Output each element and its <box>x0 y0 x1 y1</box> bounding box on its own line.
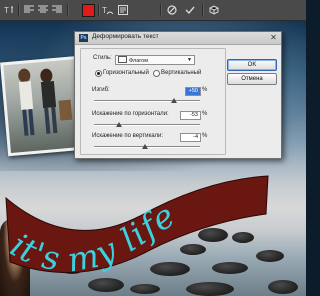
bend-slider-track[interactable] <box>94 100 200 102</box>
hdist-slider-track[interactable] <box>94 124 200 126</box>
hdist-input[interactable]: -53 <box>180 111 201 120</box>
warp-settings-group: Стиль: Флагом ▼ Горизонтальный Вертикаль… <box>80 48 226 155</box>
style-select[interactable]: Флагом ▼ <box>115 55 195 65</box>
warped-text-path: it's my life <box>4 195 181 280</box>
vdist-label: Искажение по вертикали: <box>92 133 164 139</box>
dialog-titlebar[interactable]: Ps Деформировать текст ✕ <box>75 32 281 45</box>
horizontal-radio[interactable] <box>95 70 102 77</box>
horizontal-label: Горизонтальный <box>103 70 149 76</box>
warp-text-dialog: Ps Деформировать текст ✕ Стиль: Флагом ▼… <box>74 31 282 159</box>
bend-label: Изгиб: <box>92 87 110 93</box>
bend-input[interactable]: +50 <box>185 87 201 96</box>
photoshop-icon: Ps <box>79 34 88 42</box>
style-value: Флагом <box>129 58 148 64</box>
hdist-label: Искажение по горизонтали: <box>92 111 169 117</box>
cancel-button[interactable]: Отмена <box>227 73 277 85</box>
bend-unit: % <box>202 87 208 93</box>
bend-slider-thumb[interactable] <box>170 98 177 103</box>
close-icon[interactable]: ✕ <box>269 33 278 42</box>
ok-button[interactable]: OK <box>227 59 277 71</box>
vdist-slider-thumb[interactable] <box>141 144 148 149</box>
vertical-radio[interactable] <box>153 70 160 77</box>
vdist-input[interactable]: -4 <box>180 133 201 142</box>
hdist-slider-thumb[interactable] <box>115 122 122 127</box>
chevron-down-icon: ▼ <box>187 57 192 63</box>
dialog-title: Деформировать текст <box>92 33 159 40</box>
vertical-label: Вертикальный <box>161 70 202 76</box>
style-label: Стиль: <box>93 55 112 61</box>
flag-style-icon <box>118 56 127 63</box>
warped-text: it's my life <box>4 195 182 280</box>
hdist-unit: % <box>202 111 208 117</box>
vdist-unit: % <box>202 133 208 139</box>
